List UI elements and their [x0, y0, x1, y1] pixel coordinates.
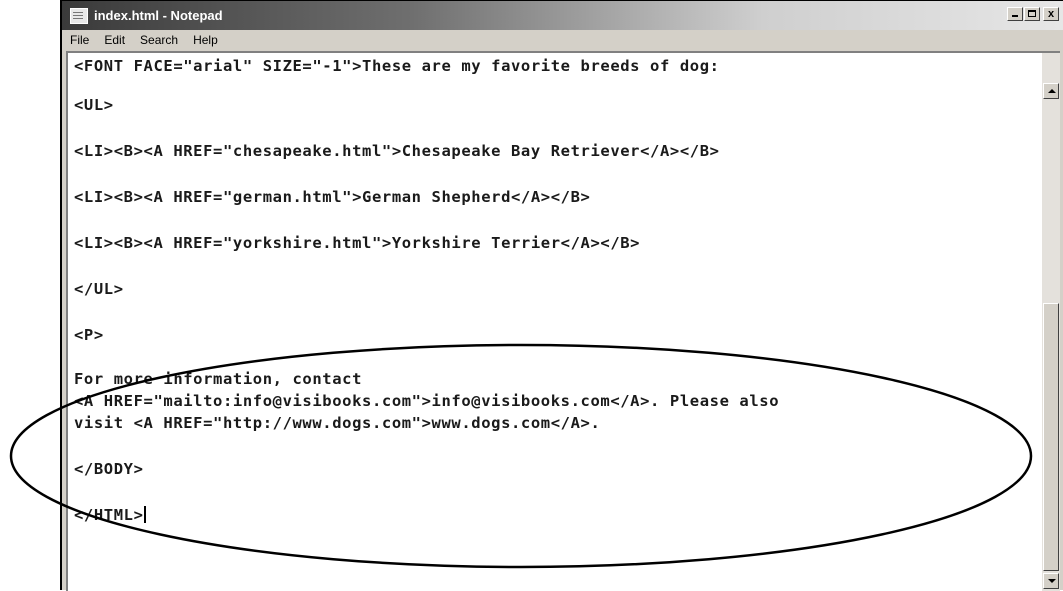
code-line: <LI><B><A HREF="yorkshire.html">Yorkshir…: [74, 234, 641, 252]
vertical-scrollbar[interactable]: [1042, 53, 1060, 591]
scroll-down-button[interactable]: [1043, 573, 1059, 589]
code-line: For more information, contact: [74, 370, 363, 388]
maximize-icon: [1028, 10, 1036, 17]
notepad-window: index.html - Notepad x File Edit Search …: [60, 0, 1063, 591]
menu-bar: File Edit Search Help: [62, 30, 1063, 50]
code-line: <FONT FACE="arial" SIZE="-1">These are m…: [74, 57, 720, 75]
code-line-text: </HTML>: [74, 506, 144, 524]
menu-help[interactable]: Help: [193, 33, 218, 47]
editor-text-area[interactable]: <FONT FACE="arial" SIZE="-1">These are m…: [68, 53, 1042, 591]
window-controls: x: [1007, 7, 1059, 21]
menu-edit[interactable]: Edit: [104, 33, 125, 47]
window-title: index.html - Notepad: [94, 8, 223, 23]
minimize-button[interactable]: [1007, 7, 1023, 21]
arrow-up-icon: [1048, 89, 1056, 93]
code-line: <P>: [74, 326, 104, 344]
maximize-button[interactable]: [1024, 7, 1040, 21]
code-line: visit <A HREF="http://www.dogs.com">www.…: [74, 414, 601, 432]
text-editor[interactable]: <FONT FACE="arial" SIZE="-1">These are m…: [66, 51, 1060, 591]
scroll-up-button[interactable]: [1043, 83, 1059, 99]
arrow-down-icon: [1048, 579, 1056, 583]
text-cursor: [143, 506, 146, 523]
notepad-icon[interactable]: [70, 7, 88, 24]
code-line: </BODY>: [74, 460, 144, 478]
scrollbar-thumb[interactable]: [1043, 303, 1059, 571]
code-line-last: </HTML>: [74, 506, 146, 524]
code-line: <LI><B><A HREF="chesapeake.html">Chesape…: [74, 142, 720, 160]
code-line: <A HREF="mailto:info@visibooks.com">info…: [74, 392, 780, 410]
code-line: </UL>: [74, 280, 124, 298]
title-bar[interactable]: index.html - Notepad x: [62, 1, 1063, 30]
code-line: <UL>: [74, 96, 114, 114]
minimize-icon: [1012, 15, 1018, 17]
code-line: <LI><B><A HREF="german.html">German Shep…: [74, 188, 591, 206]
close-button[interactable]: x: [1043, 7, 1059, 21]
menu-file[interactable]: File: [70, 33, 89, 47]
menu-search[interactable]: Search: [140, 33, 178, 47]
